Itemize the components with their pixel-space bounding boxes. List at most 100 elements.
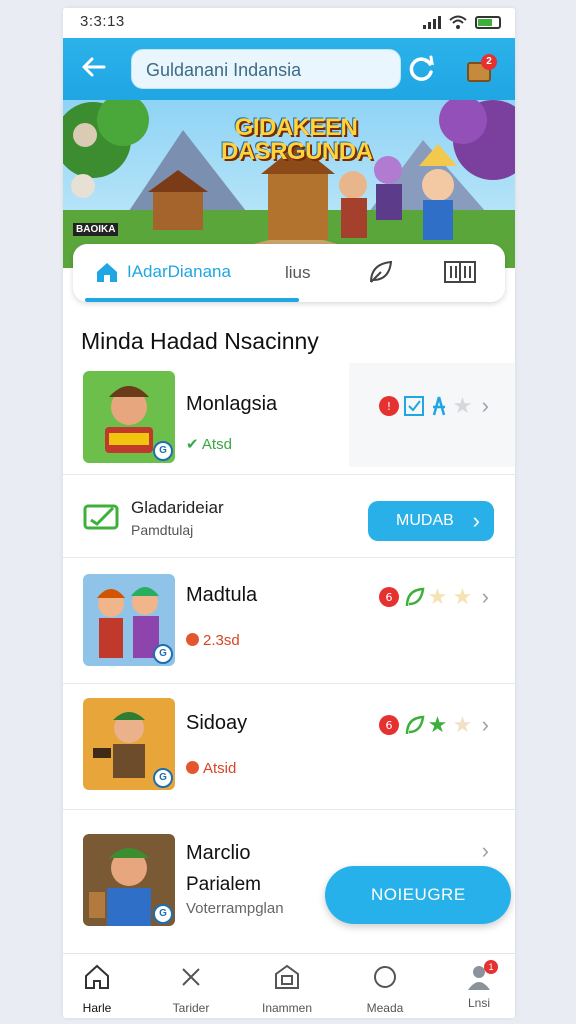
promo-row[interactable]: Gladarideiar Pamdtulaj MUDAB ›: [63, 478, 515, 558]
star-icon: ★: [452, 584, 473, 609]
person-icon: [432, 396, 445, 416]
nav-home[interactable]: Harle: [63, 962, 142, 1015]
red-badge-icon: 6: [378, 715, 399, 735]
search-text: Guldanani Indansia: [146, 60, 302, 80]
section-title: Minda Hadad Nsacinny: [81, 328, 319, 354]
tab-lius[interactable]: lius: [285, 263, 311, 283]
top-bar: Guldanani Indansia 2: [63, 38, 515, 100]
user-icon-wrap: 1: [464, 960, 498, 992]
item-subtitle: Parialem: [186, 874, 261, 895]
game-thumbnail: G: [83, 698, 175, 790]
bottom-nav: Harle Tarider Inammen Meada 1 Lnsi: [63, 953, 515, 1018]
svg-text:6: 6: [385, 591, 392, 604]
red-badge-icon: !: [378, 396, 399, 416]
item-name: Marclio: [186, 842, 251, 864]
home-icon: [97, 263, 117, 282]
chevron-right-icon: ›: [481, 712, 489, 737]
wifi-icon: [449, 15, 467, 29]
status-icons: [423, 15, 501, 29]
red-badge-icon: 6: [378, 587, 399, 607]
alert-dot-icon: [186, 633, 199, 646]
close-icon: [182, 968, 200, 986]
item-status: 2.3sd: [186, 632, 240, 649]
cart-badge: 2: [481, 54, 497, 70]
card-icon: [83, 504, 119, 530]
hero-title: GIDAKEEN DASRGUNDA: [221, 114, 373, 165]
nav-home-label: Harle: [82, 1001, 112, 1015]
status-time: 3:3:13: [80, 13, 125, 30]
rating-icons: ! ★ ›: [378, 393, 489, 419]
chevron-right-icon: ›: [481, 584, 489, 609]
phone-screen: 3:3:13 Guldanani Indansia 2 GIDAKEEN DAS…: [63, 8, 515, 1018]
nav-meada[interactable]: Meada: [340, 962, 430, 1015]
item-status-text: Voterrampglan: [186, 900, 284, 917]
nav-tarider[interactable]: Tarider: [146, 962, 236, 1015]
chevron-right-icon: ›: [481, 838, 489, 863]
item-status: Atsid: [186, 760, 236, 777]
book-icon[interactable]: [443, 258, 477, 286]
promo-subtitle: Pamdtulaj: [131, 522, 194, 538]
hero-banner[interactable]: GIDAKEEN DASRGUNDA BAOIKA: [63, 100, 515, 268]
game-thumbnail: G: [83, 574, 175, 666]
search-input[interactable]: Guldanani Indansia: [131, 49, 401, 89]
arrow-left-icon: [82, 57, 106, 77]
blue-check-icon: [403, 396, 424, 416]
list-item[interactable]: G Madtula 2.3sd 6 ★ ★ ›: [63, 558, 515, 684]
circle-icon: [374, 966, 396, 988]
svg-text:!: !: [386, 400, 390, 413]
game-badge-icon: G: [153, 904, 173, 924]
fab-label: NOIEUGRE: [371, 885, 466, 904]
list-item[interactable]: G Sidoay Atsid 6 ★ ★ ›: [63, 684, 515, 810]
svg-text:6: 6: [385, 719, 392, 732]
battery-icon: [475, 16, 501, 29]
promo-button[interactable]: MUDAB ›: [368, 501, 494, 541]
game-badge-icon: G: [153, 441, 173, 461]
star-icon: ★: [452, 393, 473, 418]
nav-meada-label: Meada: [366, 1001, 404, 1015]
item-name: Madtula: [186, 584, 258, 606]
game-thumbnail: G: [83, 834, 175, 926]
nav-tarider-label: Tarider: [172, 1001, 210, 1015]
leaf-icon: [405, 715, 425, 735]
tab-home[interactable]: IAdarDianana: [95, 261, 231, 283]
chevron-right-icon: ›: [472, 508, 480, 533]
item-status-text: 2.3sd: [203, 632, 240, 649]
promo-title: Gladarideiar: [131, 498, 224, 517]
nav-lnsi-label: Lnsi: [467, 996, 490, 1010]
rating-icons: 6 ★ ★ ›: [378, 584, 489, 610]
check-icon: ✔: [186, 436, 202, 453]
star-icon: ★: [427, 584, 448, 609]
item-name: Sidoay: [186, 712, 248, 734]
nav-badge: 1: [484, 960, 498, 974]
floating-action-button[interactable]: NOIEUGRE: [325, 866, 511, 924]
hero-caption: BAOIKA: [73, 223, 119, 236]
item-status-text: Atsd: [201, 436, 232, 453]
nav-inammen-label: Inammen: [261, 1001, 313, 1015]
list-item[interactable]: G Monlagsia ✔ Atsd ! ★ ›: [63, 363, 515, 475]
store-icon: [275, 964, 299, 989]
item-status-text: Atsid: [203, 760, 237, 777]
nav-lnsi[interactable]: 1 Lnsi: [434, 960, 515, 1010]
game-thumbnail: G: [83, 371, 175, 463]
star-icon: ★: [452, 712, 473, 737]
tab-bar: IAdarDianana lius: [73, 244, 505, 302]
nav-inammen[interactable]: Inammen: [242, 962, 332, 1015]
leaf-icon[interactable]: [367, 258, 395, 286]
alert-dot-icon: [186, 761, 199, 774]
item-status: ✔ Atsd: [186, 435, 232, 453]
back-button[interactable]: [79, 53, 109, 83]
cart-button[interactable]: 2: [463, 50, 501, 88]
refresh-icon[interactable]: [405, 52, 439, 86]
home-icon: [85, 964, 109, 989]
item-name: Monlagsia: [186, 393, 278, 415]
signal-icon: [423, 15, 441, 29]
tab-home-label: IAdarDianana: [127, 262, 231, 281]
active-tab-indicator: [85, 298, 299, 302]
status-bar: 3:3:13: [63, 8, 515, 38]
game-badge-icon: G: [153, 768, 173, 788]
rating-icons: 6 ★ ★ ›: [378, 712, 489, 738]
leaf-icon: [405, 587, 425, 607]
promo-button-label: MUDAB: [396, 512, 454, 529]
game-badge-icon: G: [153, 644, 173, 664]
star-icon: ★: [427, 712, 448, 737]
